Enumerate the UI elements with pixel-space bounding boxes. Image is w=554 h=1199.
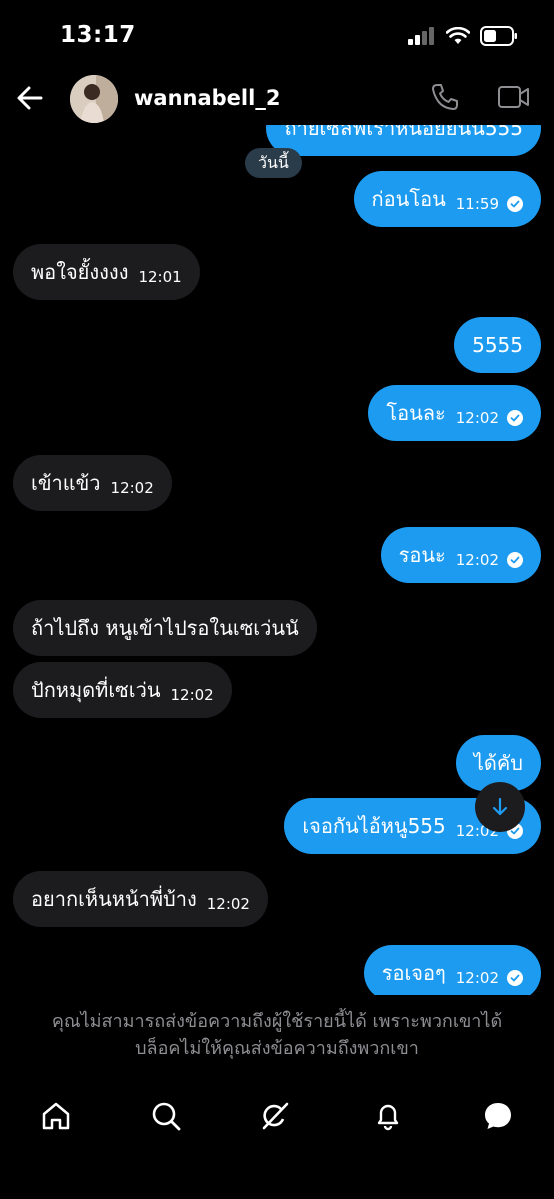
message-text: โอนละ xyxy=(386,401,446,425)
message-text: เจอกันไอ้หนู555 xyxy=(302,814,446,838)
incoming-message-bubble[interactable]: พอใจยั้งงงง 12:01 xyxy=(13,244,200,300)
phone-icon xyxy=(432,84,458,110)
outgoing-message-bubble[interactable]: ก่อนโอน 11:59 xyxy=(353,171,541,227)
incoming-message-bubble[interactable]: ถ้าไปถึง หนูเข้าไปรอในเซเว่นนั xyxy=(13,600,317,656)
video-camera-icon xyxy=(498,86,529,108)
home-icon xyxy=(42,1102,70,1130)
message-text: รอนะ xyxy=(398,543,446,567)
back-arrow-icon xyxy=(17,86,43,110)
message-timestamp: 12:02 xyxy=(455,409,499,427)
message-text: พอใจยั้งงงง xyxy=(31,260,129,284)
read-receipt-icon xyxy=(507,970,523,986)
message-text: ถ้าไปถึง หนูเข้าไปรอในเซเว่นนั xyxy=(31,616,299,640)
call-button[interactable] xyxy=(430,82,460,116)
conversation-header: wannabell_2 xyxy=(0,70,554,132)
status-icons xyxy=(408,26,518,46)
nav-notifications[interactable] xyxy=(372,1100,404,1132)
read-receipt-icon xyxy=(507,552,523,568)
video-call-button[interactable] xyxy=(497,84,531,114)
status-bar: 13:17 xyxy=(0,0,554,70)
home-indicator xyxy=(194,1183,360,1188)
search-icon xyxy=(152,1102,181,1131)
blocked-notice: คุณไม่สามารถส่งข้อความถึงผู้ใช้รายนี้ได้… xyxy=(0,1008,554,1062)
battery-icon xyxy=(480,26,517,46)
message-timestamp: 12:01 xyxy=(138,268,182,286)
grok-icon xyxy=(262,1102,289,1130)
status-time: 13:17 xyxy=(60,22,136,48)
read-receipt-icon xyxy=(507,196,523,212)
incoming-message-bubble[interactable]: เข้าแข้ว 12:02 xyxy=(13,455,172,511)
messages-icon xyxy=(485,1103,511,1129)
incoming-message-bubble[interactable]: ปักหมุดที่เซเว่น 12:02 xyxy=(13,662,232,718)
scroll-down-icon xyxy=(492,797,508,816)
message-timestamp: 12:02 xyxy=(455,969,499,987)
message-text: รอเจอๆ xyxy=(381,961,446,985)
message-text: ก่อนโอน xyxy=(371,187,446,211)
chat-message-list[interactable]: ถ่ายเซลฟี่เราหน่อยยนน555 ก่อนโอน 11:59 พอใจ… xyxy=(0,125,554,995)
bottom-navigation xyxy=(0,1086,554,1146)
message-timestamp: 12:02 xyxy=(206,895,250,913)
message-text: อยากเห็นหน้าพี่บ้าง xyxy=(31,887,197,911)
message-timestamp: 12:02 xyxy=(110,479,154,497)
outgoing-message-bubble[interactable]: รอเจอๆ 12:02 xyxy=(363,945,541,995)
outgoing-message-bubble[interactable]: โอนละ 12:02 xyxy=(368,385,541,441)
outgoing-message-bubble[interactable]: 5555 xyxy=(454,317,541,373)
blocked-notice-line2: บล็อคไม่ให้คุณส่งข้อความถึงพวกเขา xyxy=(135,1038,419,1059)
cellular-signal-icon xyxy=(408,27,434,45)
avatar[interactable] xyxy=(70,75,118,123)
message-timestamp: 12:02 xyxy=(455,551,499,569)
incoming-message-bubble[interactable]: อยากเห็นหน้าพี่บ้าง 12:02 xyxy=(13,871,268,927)
message-text: 5555 xyxy=(472,333,523,357)
message-text: ถ่ายเซลฟี่เราหน่อยยนน555 xyxy=(284,125,523,140)
conversation-username[interactable]: wannabell_2 xyxy=(134,86,280,110)
bell-icon xyxy=(377,1104,399,1131)
message-timestamp: 11:59 xyxy=(455,195,499,213)
message-timestamp: 12:02 xyxy=(170,686,214,704)
outgoing-message-bubble[interactable]: รอนะ 12:02 xyxy=(380,527,541,583)
message-text: ปักหมุดที่เซเว่น xyxy=(31,678,161,702)
message-text: เข้าแข้ว xyxy=(31,471,101,495)
read-receipt-icon xyxy=(507,410,523,426)
nav-grok[interactable] xyxy=(259,1100,291,1132)
back-button[interactable] xyxy=(14,82,46,114)
wifi-icon xyxy=(446,27,470,44)
outgoing-message-bubble[interactable]: ถ่ายเซลฟี่เราหน่อยยนน555 xyxy=(266,125,541,156)
nav-messages[interactable] xyxy=(482,1100,514,1132)
nav-home[interactable] xyxy=(40,1100,72,1132)
blocked-notice-line1: คุณไม่สามารถส่งข้อความถึงผู้ใช้รายนี้ได้… xyxy=(51,1011,503,1032)
date-separator: วันนี้ xyxy=(245,148,302,178)
scroll-to-bottom-button[interactable] xyxy=(475,782,525,832)
nav-search[interactable] xyxy=(150,1100,182,1132)
